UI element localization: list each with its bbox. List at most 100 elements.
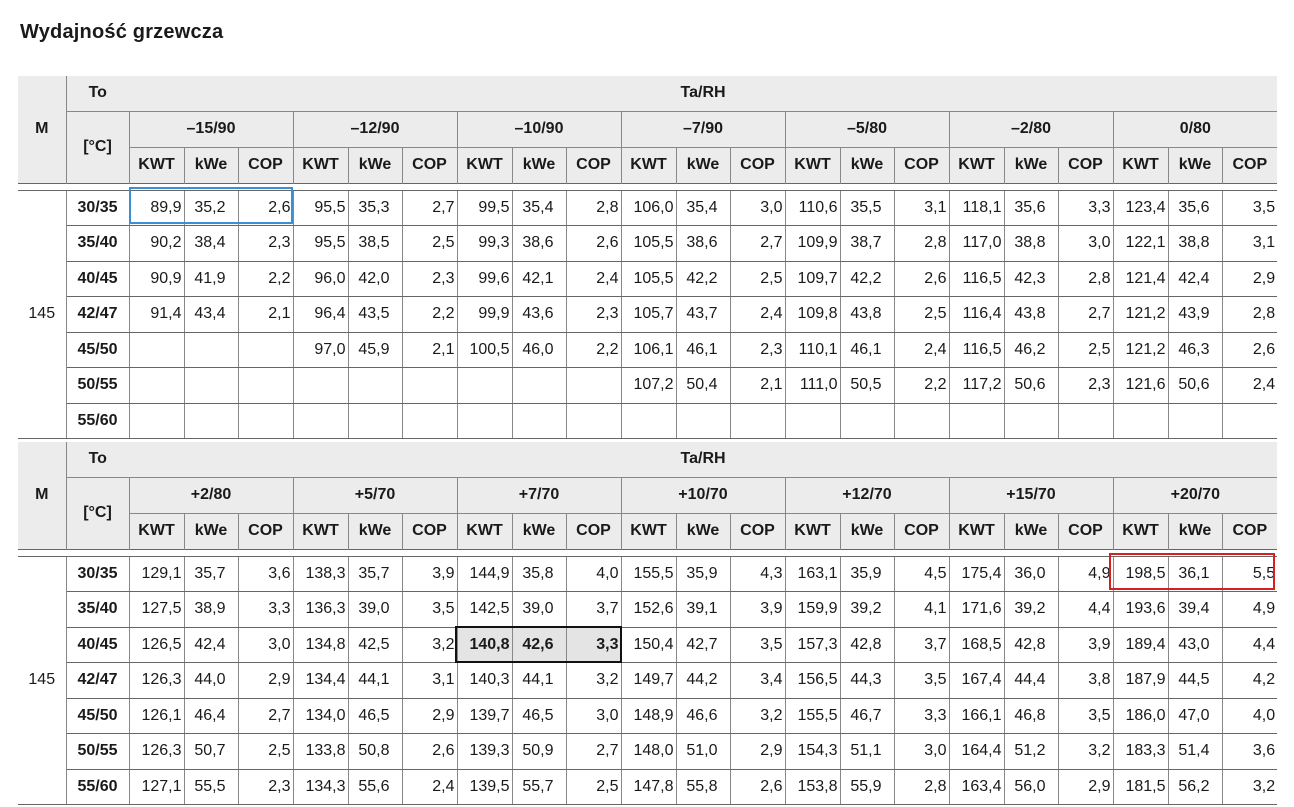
unit-header: [°C] [66, 111, 129, 183]
cop-cell: 3,1 [1221, 225, 1278, 262]
kwe-header: kWe [675, 147, 730, 183]
kwt-cell: 181,5 [1112, 769, 1168, 805]
cop-cell [401, 403, 457, 439]
cop-cell: 3,1 [893, 190, 949, 226]
kwt-header: KWT [1112, 147, 1168, 183]
kwe-cell: 46,2 [1003, 332, 1058, 368]
kwe-cell: 46,1 [839, 332, 894, 368]
cop-cell: 2,8 [1221, 296, 1278, 333]
kwt-cell [620, 403, 676, 439]
cop-cell: 2,3 [1057, 367, 1113, 404]
kwt-cell: 183,3 [1112, 733, 1168, 770]
kwe-cell: 46,6 [675, 698, 730, 734]
cop-cell: 3,2 [729, 698, 785, 734]
ta-rh-header: Ta/RH [129, 76, 1278, 112]
header-row-sub: KWT kWe COP KWT kWe COP KWT kWe COP KWT kWe COP KWT k… [18, 147, 1278, 183]
table-row: 55/60 [18, 403, 1278, 439]
kwt-cell: 116,5 [948, 332, 1004, 368]
model-header: M [18, 442, 67, 549]
kwe-cell [1167, 403, 1222, 439]
kwe-cell: 35,3 [347, 190, 402, 226]
kwt-cell: 99,9 [456, 296, 512, 333]
cop-cell: 4,1 [893, 591, 949, 628]
kwe-cell: 38,4 [183, 225, 238, 262]
kwe-cell: 38,7 [839, 225, 894, 262]
cop-cell: 2,7 [1057, 296, 1113, 333]
kwt-header: KWT [128, 147, 184, 183]
kwe-cell: 35,4 [675, 190, 730, 226]
kwe-header: kWe [1167, 513, 1222, 549]
cop-cell: 2,8 [1057, 261, 1113, 297]
kwt-cell: 134,3 [292, 769, 348, 805]
cop-cell: 4,5 [893, 556, 949, 592]
kwt-header: KWT [128, 513, 184, 549]
kwe-cell: 35,5 [839, 190, 894, 226]
cop-cell: 3,6 [1221, 733, 1278, 770]
kwe-cell [1003, 403, 1058, 439]
kwt-cell: 123,4 [1112, 190, 1168, 226]
kwt-cell: 106,0 [620, 190, 676, 226]
cop-cell: 4,4 [1221, 627, 1278, 663]
kwt-cell: 142,5 [456, 591, 512, 628]
cop-cell: 3,9 [729, 591, 785, 628]
group-header: –7/90 [620, 111, 785, 148]
kwt-cell: 154,3 [784, 733, 840, 770]
cop-cell: 2,3 [401, 261, 457, 297]
kwe-cell: 44,3 [839, 662, 894, 699]
cop-cell: 2,6 [729, 769, 785, 805]
kwe-cell [183, 403, 238, 439]
kwt-header: KWT [1112, 513, 1168, 549]
kwe-cell: 51,2 [1003, 733, 1058, 770]
cop-header: COP [401, 513, 457, 549]
kwe-cell: 55,6 [347, 769, 402, 805]
cop-cell [565, 367, 621, 404]
performance-table-1: M To Ta/RH [°C] –15/90 –12/90 –10/90 –7/90 –5/80… [18, 76, 1278, 439]
kwt-cell: 126,1 [128, 698, 184, 734]
table-row: 40/45 90,9 41,9 2,2 96,0 42,0 2,3 99,6 42,1 2,4 10… [18, 261, 1278, 297]
kwe-cell: 38,6 [511, 225, 566, 262]
kwe-cell: 56,2 [1167, 769, 1222, 805]
cop-cell [729, 403, 785, 439]
cop-cell: 4,3 [729, 556, 785, 592]
kwe-cell: 55,9 [839, 769, 894, 805]
kwe-cell: 42,4 [183, 627, 238, 663]
kwe-cell: 44,1 [511, 662, 566, 699]
kwe-cell: 42,6 [511, 627, 566, 663]
kwe-header: kWe [511, 513, 566, 549]
cop-cell [237, 332, 293, 368]
cop-header: COP [729, 147, 785, 183]
kwe-cell: 42,2 [839, 261, 894, 297]
cop-cell: 4,4 [1057, 591, 1113, 628]
cop-cell: 3,5 [1221, 190, 1278, 226]
model-value: 145 [18, 556, 67, 805]
kwe-cell: 38,8 [1167, 225, 1222, 262]
kwt-cell: 121,6 [1112, 367, 1168, 404]
kwt-cell: 134,8 [292, 627, 348, 663]
kwt-cell: 148,9 [620, 698, 676, 734]
kwt-cell: 129,1 [128, 556, 184, 592]
header-row-groups: [°C] –15/90 –12/90 –10/90 –7/90 –5/80 –2/80 0/8… [18, 111, 1278, 183]
kwt-cell: 159,9 [784, 591, 840, 628]
kwe-cell: 35,6 [1003, 190, 1058, 226]
cop-cell: 4,9 [1221, 591, 1278, 628]
kwe-cell: 44,2 [675, 662, 730, 699]
cop-cell: 3,9 [401, 556, 457, 592]
kwt-cell: 110,1 [784, 332, 840, 368]
to-value: 45/50 [65, 698, 129, 734]
cop-cell: 2,6 [565, 225, 621, 262]
cop-header: COP [1057, 147, 1113, 183]
kwt-header: KWT [784, 147, 840, 183]
kwe-header: kWe [1167, 147, 1222, 183]
kwt-cell [456, 367, 512, 404]
kwe-cell: 50,6 [1167, 367, 1222, 404]
kwt-cell: 126,5 [128, 627, 184, 663]
kwe-cell: 39,4 [1167, 591, 1222, 628]
cop-cell: 2,2 [401, 296, 457, 333]
kwe-cell: 42,8 [839, 627, 894, 663]
kwe-cell: 55,7 [511, 769, 566, 805]
kwt-cell: 140,8 [456, 627, 512, 663]
cop-cell [401, 367, 457, 404]
kwt-cell: 107,2 [620, 367, 676, 404]
kwt-cell [292, 403, 348, 439]
kwt-cell: 90,9 [128, 261, 184, 297]
